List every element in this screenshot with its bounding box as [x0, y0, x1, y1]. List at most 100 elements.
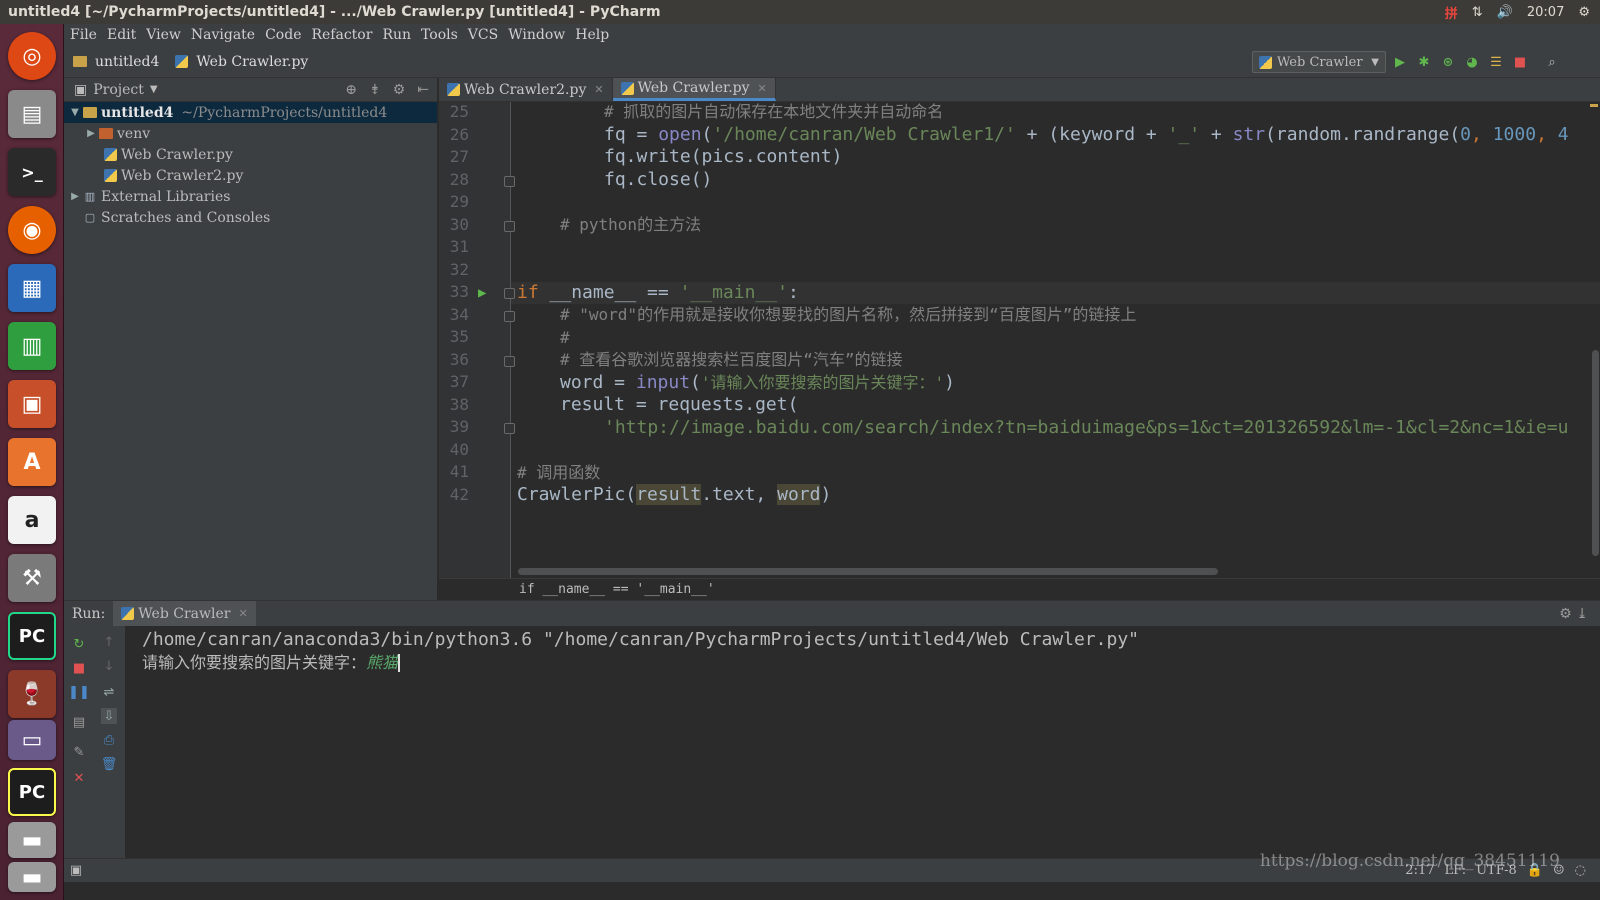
clock[interactable]: 20:07 — [1527, 5, 1564, 20]
locate-icon[interactable]: ⊕ — [345, 82, 357, 98]
code-line-36: # 查看谷歌浏览器搜索栏百度图片“汽车”的链接 — [560, 350, 903, 369]
gear-icon[interactable]: ⚙ — [393, 82, 406, 98]
menu-code[interactable]: Code — [263, 27, 309, 43]
terminal-icon[interactable]: >_ — [8, 148, 56, 196]
drive-icon[interactable]: ▬ — [8, 822, 56, 858]
tree-item-scratches[interactable]: ▢ Scratches and Consoles — [64, 207, 437, 228]
arrow-down-icon[interactable]: ↓ — [101, 658, 117, 674]
print-icon[interactable]: ⎙ — [101, 732, 117, 748]
chevron-down-icon[interactable]: ▼ — [68, 107, 82, 118]
firefox-icon[interactable]: ◉ — [8, 206, 56, 254]
code-breadcrumb[interactable]: if __name__ == '__main__' — [439, 578, 1600, 600]
calc-icon[interactable]: ▥ — [8, 322, 56, 370]
chevron-down-icon[interactable]: ▼ — [150, 84, 158, 95]
pin-icon[interactable]: ✎ — [71, 744, 87, 760]
fold-marker[interactable] — [504, 423, 515, 434]
network-icon[interactable]: ⇅ — [1472, 5, 1483, 20]
scroll-to-end-icon[interactable]: ⇩ — [101, 708, 117, 724]
menu-tools[interactable]: Tools — [419, 27, 466, 43]
fold-marker[interactable] — [504, 221, 515, 232]
trash-icon[interactable]: 🗑 — [101, 756, 118, 772]
profile-icon[interactable]: ◕ — [1464, 54, 1480, 70]
fold-marker[interactable] — [504, 176, 515, 187]
search-icon[interactable]: ⌕ — [1544, 54, 1560, 70]
code-line-30: # python的主方法 — [560, 215, 702, 234]
line-number: 37 — [449, 372, 469, 391]
input-method-indicator[interactable]: 拼 — [1445, 3, 1458, 22]
ubuntu-dash-icon[interactable]: ◎ — [8, 32, 56, 80]
tree-item-external-libraries[interactable]: ▶ ▥ External Libraries — [64, 186, 437, 207]
run-icon[interactable]: ▶ — [1392, 54, 1408, 70]
concurrency-icon[interactable]: ☰ — [1488, 54, 1504, 70]
amazon-icon[interactable]: a — [8, 496, 56, 544]
arrow-up-icon[interactable]: ↑ — [101, 634, 117, 650]
line-number: 34 — [449, 305, 469, 324]
menu-edit[interactable]: Edit — [105, 27, 144, 43]
run-console[interactable]: /home/canran/anaconda3/bin/python3.6 "/h… — [126, 626, 1600, 858]
line-number: 30 — [449, 215, 469, 234]
menu-file[interactable]: File — [68, 27, 105, 43]
chevron-right-icon[interactable]: ▶ — [68, 191, 82, 202]
tab-web-crawler-py[interactable]: Web Crawler.py ✕ — [612, 78, 776, 101]
soft-wrap-icon[interactable]: ⇌ — [101, 684, 117, 700]
system-gear-icon[interactable]: ⚙ — [1578, 5, 1590, 20]
project-view-dropdown[interactable]: Project — [93, 82, 144, 98]
event-log-icon[interactable]: ◌ — [1575, 863, 1586, 878]
run-gutter-icon[interactable]: ▶ — [478, 285, 486, 301]
menu-view[interactable]: View — [144, 27, 189, 43]
warning-marker[interactable] — [1590, 104, 1598, 107]
console-user-input[interactable]: 熊猫 — [366, 653, 398, 672]
dump-threads-icon[interactable]: ▤ — [71, 714, 87, 730]
collapse-icon[interactable]: ⇟ — [369, 82, 381, 98]
software-center-icon[interactable]: A — [8, 438, 56, 486]
code-line-33: if __name__ == '__main__': — [517, 282, 799, 303]
pycharm-active-icon[interactable]: PC — [8, 768, 56, 816]
debug-icon[interactable]: ✱ — [1416, 54, 1432, 70]
close-icon[interactable]: ✕ — [71, 770, 87, 786]
fold-marker[interactable] — [504, 311, 515, 322]
menu-refactor[interactable]: Refactor — [309, 27, 380, 43]
media-icon[interactable]: ▭ — [8, 720, 56, 760]
horizontal-scrollbar[interactable] — [518, 568, 1218, 575]
volume-icon[interactable]: 🔊 — [1497, 5, 1513, 20]
fold-marker[interactable] — [504, 288, 515, 299]
trash-icon[interactable]: ▬ — [8, 862, 56, 892]
coverage-icon[interactable]: ⊛ — [1440, 54, 1456, 70]
stop-icon[interactable]: ■ — [1512, 54, 1528, 70]
tool-windows-icon[interactable]: ▣ — [64, 863, 88, 878]
tab-run-web-crawler[interactable]: Web Crawler ✕ — [113, 600, 256, 627]
pause-icon[interactable]: ❚❚ — [68, 684, 90, 700]
wine-icon[interactable]: 🍷 — [8, 670, 56, 718]
code-line-42: CrawlerPic(result.text, word) — [517, 484, 832, 505]
tree-item-venv[interactable]: ▶ venv — [64, 123, 437, 144]
tree-item-web-crawler2-py[interactable]: Web Crawler2.py — [64, 165, 437, 186]
breadcrumb-project[interactable]: untitled4 — [72, 54, 159, 70]
tree-item-web-crawler-py[interactable]: Web Crawler.py — [64, 144, 437, 165]
hide-icon[interactable]: ⇤ — [417, 82, 429, 98]
tab-web-crawler2-py[interactable]: Web Crawler2.py ✕ — [439, 78, 613, 101]
pycharm-launcher-icon[interactable]: PC — [8, 612, 56, 660]
vertical-scrollbar[interactable] — [1592, 350, 1599, 556]
menu-navigate[interactable]: Navigate — [189, 27, 263, 43]
menu-help[interactable]: Help — [573, 27, 617, 43]
fold-marker[interactable] — [504, 356, 515, 367]
menu-vcs[interactable]: VCS — [466, 27, 506, 43]
settings-icon[interactable]: ⚒ — [8, 554, 56, 602]
menu-window[interactable]: Window — [506, 27, 573, 43]
gear-icon[interactable]: ⚙ ⤓ — [1559, 606, 1600, 622]
chevron-right-icon[interactable]: ▶ — [84, 128, 98, 139]
impress-icon[interactable]: ▣ — [8, 380, 56, 428]
close-icon[interactable]: ✕ — [758, 82, 767, 95]
code-editor[interactable]: 25 26 27 28 29 30 31 32 33 34 35 36 37 3… — [439, 102, 1600, 578]
rerun-icon[interactable]: ↻ — [71, 636, 87, 652]
tree-item-untitled4[interactable]: ▼ untitled4 ~/PycharmProjects/untitled4 — [64, 102, 437, 123]
close-icon[interactable]: ✕ — [594, 83, 603, 96]
stop-icon[interactable]: ■ — [71, 660, 87, 676]
writer-icon[interactable]: ▦ — [8, 264, 56, 312]
breadcrumb-file[interactable]: Web Crawler.py — [173, 54, 308, 70]
files-icon[interactable]: ▤ — [8, 90, 56, 138]
tree-item-path: ~/PycharmProjects/untitled4 — [181, 104, 388, 121]
menu-run[interactable]: Run — [380, 27, 419, 43]
run-configuration-dropdown[interactable]: Web Crawler ▼ — [1252, 51, 1386, 73]
close-icon[interactable]: ✕ — [238, 607, 247, 620]
